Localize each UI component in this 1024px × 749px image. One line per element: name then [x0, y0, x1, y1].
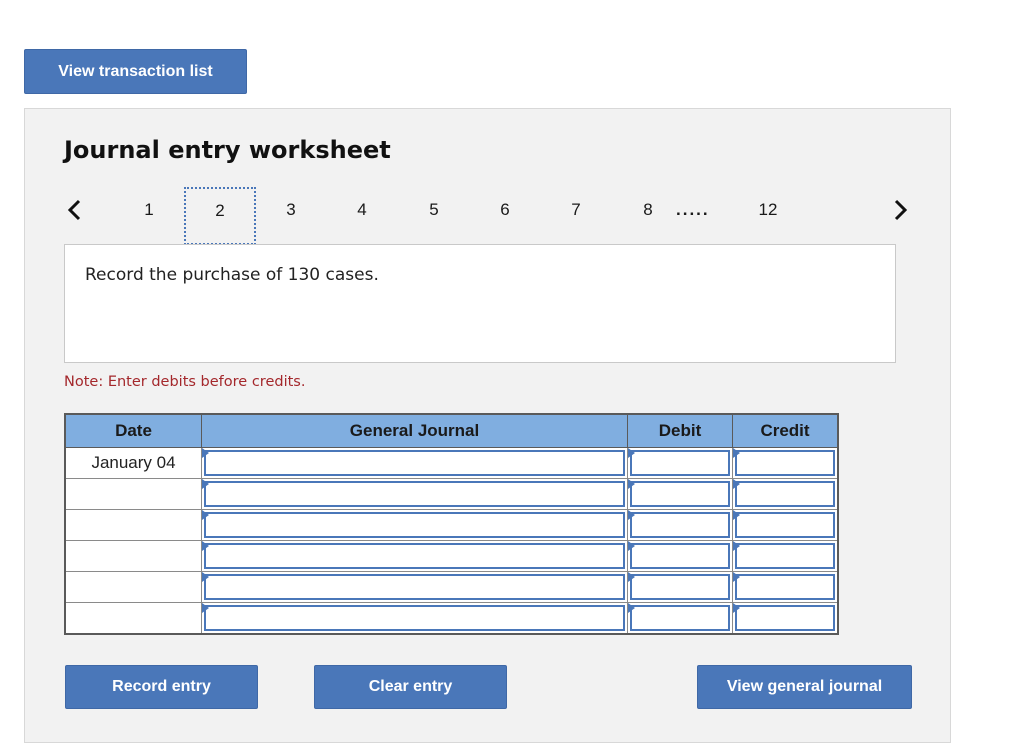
dropdown-marker-icon — [628, 479, 635, 489]
view-transaction-list-button[interactable]: View transaction list — [24, 49, 247, 94]
table-row: January 04 — [64, 447, 839, 479]
page-2-active[interactable]: 2 — [184, 187, 256, 245]
column-header-general-journal: General Journal — [201, 413, 628, 448]
chevron-right-icon[interactable] — [888, 195, 912, 225]
page-5[interactable]: 5 — [414, 187, 454, 245]
debit-input[interactable] — [630, 481, 730, 507]
account-input[interactable] — [204, 605, 625, 631]
dropdown-marker-icon — [733, 448, 740, 458]
column-header-debit: Debit — [627, 413, 733, 448]
debit-input[interactable] — [630, 450, 730, 476]
account-input-cell — [201, 602, 628, 635]
dropdown-marker-icon — [628, 541, 635, 551]
account-input-cell — [201, 509, 628, 541]
table-row — [64, 509, 839, 541]
date-cell — [64, 478, 202, 510]
chevron-left-icon[interactable] — [63, 195, 87, 225]
date-cell — [64, 571, 202, 603]
account-input[interactable] — [204, 481, 625, 507]
credit-input-cell — [732, 602, 839, 635]
debit-input[interactable] — [630, 543, 730, 569]
page-12[interactable]: 12 — [748, 187, 788, 245]
page-3[interactable]: 3 — [271, 187, 311, 245]
dropdown-marker-icon — [628, 572, 635, 582]
page-1[interactable]: 1 — [129, 187, 169, 245]
dropdown-marker-icon — [733, 541, 740, 551]
record-entry-button[interactable]: Record entry — [65, 665, 258, 709]
credit-input[interactable] — [735, 450, 835, 476]
date-cell — [64, 540, 202, 572]
dropdown-marker-icon — [202, 603, 209, 613]
credit-input-cell — [732, 447, 839, 479]
account-input-cell — [201, 571, 628, 603]
debit-input-cell — [627, 478, 733, 510]
dropdown-marker-icon — [628, 448, 635, 458]
debit-input-cell — [627, 571, 733, 603]
debit-input-cell — [627, 447, 733, 479]
dropdown-marker-icon — [202, 541, 209, 551]
worksheet-pager: 1 2 3 4 5 6 7 8 ..... 12 — [25, 187, 950, 245]
credit-input[interactable] — [735, 512, 835, 538]
view-general-journal-button[interactable]: View general journal — [697, 665, 912, 709]
dropdown-marker-icon — [733, 603, 740, 613]
page-7[interactable]: 7 — [556, 187, 596, 245]
clear-entry-button[interactable]: Clear entry — [314, 665, 507, 709]
credit-input[interactable] — [735, 605, 835, 631]
account-input-cell — [201, 540, 628, 572]
account-input-cell — [201, 478, 628, 510]
debit-input[interactable] — [630, 605, 730, 631]
column-header-date: Date — [64, 413, 202, 448]
credit-input[interactable] — [735, 543, 835, 569]
credit-input[interactable] — [735, 574, 835, 600]
dropdown-marker-icon — [202, 510, 209, 520]
table-header-row: Date General Journal Debit Credit — [64, 413, 839, 448]
dropdown-marker-icon — [733, 510, 740, 520]
credit-input-cell — [732, 571, 839, 603]
credit-input[interactable] — [735, 481, 835, 507]
dropdown-marker-icon — [628, 510, 635, 520]
debit-input-cell — [627, 509, 733, 541]
account-input[interactable] — [204, 543, 625, 569]
dropdown-marker-icon — [202, 572, 209, 582]
dropdown-marker-icon — [202, 448, 209, 458]
column-header-credit: Credit — [732, 413, 839, 448]
credit-input-cell — [732, 509, 839, 541]
page-4[interactable]: 4 — [342, 187, 382, 245]
debit-input[interactable] — [630, 574, 730, 600]
table-row — [64, 540, 839, 572]
table-row — [64, 571, 839, 603]
account-input[interactable] — [204, 512, 625, 538]
pager-ellipsis: ..... — [676, 200, 710, 219]
journal-table: Date General Journal Debit Credit Januar… — [64, 413, 839, 635]
page-6[interactable]: 6 — [485, 187, 525, 245]
credit-input-cell — [732, 540, 839, 572]
worksheet-title: Journal entry worksheet — [64, 136, 391, 164]
debit-input-cell — [627, 602, 733, 635]
table-row — [64, 478, 839, 510]
question-text: Record the purchase of 130 cases. — [85, 265, 379, 285]
page-8[interactable]: 8 — [628, 187, 668, 245]
account-input[interactable] — [204, 574, 625, 600]
table-row — [64, 602, 839, 635]
dropdown-marker-icon — [628, 603, 635, 613]
account-input[interactable] — [204, 450, 625, 476]
debit-input-cell — [627, 540, 733, 572]
dropdown-marker-icon — [733, 479, 740, 489]
credit-input-cell — [732, 478, 839, 510]
date-cell: January 04 — [64, 447, 202, 479]
date-cell — [64, 509, 202, 541]
debit-input[interactable] — [630, 512, 730, 538]
dropdown-marker-icon — [202, 479, 209, 489]
note-text: Note: Enter debits before credits. — [64, 374, 306, 390]
question-box: Record the purchase of 130 cases. — [64, 244, 896, 363]
journal-worksheet-panel: Journal entry worksheet 1 2 3 4 5 6 7 8 … — [24, 108, 951, 743]
dropdown-marker-icon — [733, 572, 740, 582]
account-input-cell — [201, 447, 628, 479]
date-cell — [64, 602, 202, 635]
